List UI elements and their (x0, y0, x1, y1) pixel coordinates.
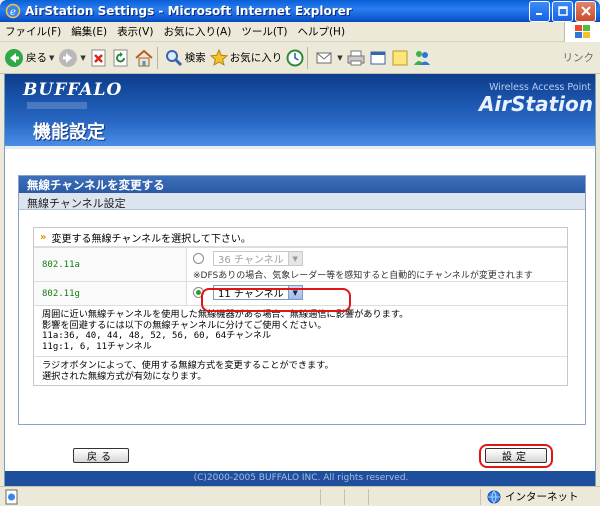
dropdown-arrow-icon[interactable]: ▼ (49, 54, 54, 62)
windows-logo-icon (574, 24, 590, 38)
maximize-button[interactable] (552, 0, 573, 22)
radio-note: ラジオボタンによって、使用する無線方式を変更することができます。 選択された無線… (34, 357, 567, 385)
label-80211g: 802.11g (34, 282, 186, 305)
menu-help[interactable]: ヘルプ(H) (292, 24, 350, 39)
search-label: 検索 (184, 52, 206, 64)
status-bar: インターネット (0, 486, 600, 506)
links-toolbar[interactable]: リンク (563, 50, 595, 65)
note-icon (392, 50, 408, 65)
note-line: 選択された無線方式が有効になります。 (42, 371, 207, 382)
interference-note: 周囲に近い無線チャンネルを使用した無線機器がある場合、無線通信に影響があります。… (34, 306, 567, 357)
print-button[interactable] (347, 49, 365, 67)
chevron-down-icon: ▼ (287, 252, 302, 265)
back-arrow-icon (5, 48, 23, 67)
note-line: 11a:36, 40, 44, 48, 52, 56, 60, 64チャンネル (42, 331, 271, 341)
status-segment (344, 488, 368, 505)
menu-favorites[interactable]: お気に入り(A) (158, 24, 236, 39)
radio-80211a[interactable] (193, 253, 204, 264)
section-title: 無線チャンネル設定 (19, 193, 585, 210)
back-button[interactable]: 戻る (73, 448, 129, 463)
page-footer: (C)2000-2005 BUFFALO INC. All rights res… (5, 471, 595, 486)
back-toolbar-button[interactable]: 戻る ▼ (4, 48, 54, 68)
edit-button[interactable] (369, 49, 387, 67)
ie-icon: e (5, 3, 21, 19)
browser-toolbar: 戻る ▼ ▼ 検索 お気に入り ▼ リンク (0, 42, 600, 74)
maximize-icon (557, 6, 568, 16)
row-80211a: 802.11a 36 チャンネル ▼ ※DFSありの場合、気象レーダー等を感知す… (34, 247, 567, 281)
note-line: 11g:1, 6, 11チャンネル (42, 342, 152, 352)
minimize-button[interactable] (529, 0, 550, 22)
label-80211a: 802.11a (34, 248, 186, 281)
toolbar-separator (156, 46, 158, 69)
instruction-row: » 変更する無線チャンネルを選択して下さい。 (34, 228, 567, 247)
favorites-toolbar-button[interactable]: お気に入り (209, 48, 283, 67)
refresh-button[interactable] (112, 49, 130, 67)
discuss-button[interactable] (391, 49, 409, 67)
forward-toolbar-button[interactable]: ▼ (58, 48, 86, 68)
globe-icon (487, 490, 501, 504)
history-button[interactable] (286, 49, 304, 67)
title-band-rule (5, 146, 595, 149)
page-icon (5, 489, 18, 504)
security-zone: インターネット (480, 488, 600, 505)
menu-view[interactable]: 表示(V) (112, 24, 158, 39)
star-icon (209, 48, 228, 66)
menu-edit[interactable]: 編集(E) (66, 24, 112, 39)
home-button[interactable] (134, 49, 154, 67)
menu-tools[interactable]: ツール(T) (236, 24, 292, 39)
airstation-logo: AirStation (478, 92, 593, 116)
history-icon (286, 49, 304, 66)
channel-select-80211a[interactable]: 36 チャンネル ▼ (213, 251, 303, 266)
window-title: AirStation Settings - Microsoft Internet… (25, 4, 352, 18)
search-toolbar-button[interactable]: 検索 (165, 49, 206, 67)
close-icon (580, 6, 591, 16)
forward-arrow-icon (59, 48, 78, 67)
channel-highlight-ring (201, 288, 351, 312)
printer-icon (347, 50, 365, 65)
dropdown-arrow-icon[interactable]: ▼ (337, 54, 342, 62)
home-icon (135, 49, 153, 66)
panel-title: 無線チャンネルを変更する (19, 176, 585, 193)
channel-select-80211a-value: 36 チャンネル (218, 255, 284, 266)
search-icon (165, 49, 182, 66)
window-title-bar[interactable]: e AirStation Settings - Microsoft Intern… (0, 0, 600, 22)
stop-icon (91, 49, 106, 66)
toolbar-separator (307, 46, 309, 69)
note-line: ラジオボタンによって、使用する無線方式を変更することができます。 (42, 360, 334, 371)
dropdown-arrow-icon[interactable]: ▼ (80, 54, 85, 62)
svg-text:e: e (10, 7, 16, 18)
instruction-text: 変更する無線チャンネルを選択して下さい。 (51, 233, 251, 245)
close-button[interactable] (575, 0, 596, 22)
buffalo-logo: BUFFALO (23, 80, 123, 100)
stop-button[interactable] (90, 49, 108, 67)
logo-tagline-bar (27, 102, 87, 109)
note-line: 影響を回避するには以下の無線チャンネルに分けてご使用ください。 (42, 320, 327, 331)
edit-page-icon (370, 51, 386, 64)
page-header: BUFFALO Wireless Access Point AirStation (5, 74, 595, 124)
notes-area: 周囲に近い無線チャンネルを使用した無線機器がある場合、無線通信に影響があります。… (34, 305, 567, 385)
submit-button[interactable]: 設定 (485, 448, 547, 463)
zone-label: インターネット (505, 491, 579, 503)
minimize-icon (535, 13, 542, 15)
mail-icon (316, 52, 332, 63)
messenger-icon (413, 50, 430, 65)
back-label: 戻る (26, 52, 47, 64)
windows-logo (564, 21, 600, 42)
content-viewport: BUFFALO Wireless Access Point AirStation… (4, 74, 596, 486)
page-title: 機能設定 (33, 122, 105, 143)
menu-file[interactable]: ファイル(F) (0, 24, 66, 39)
dfs-note: ※DFSありの場合、気象レーダー等を感知すると自動的にチャンネルが変更されます (193, 271, 533, 281)
status-segment (320, 488, 344, 505)
status-segment (368, 488, 392, 505)
value-80211a: 36 チャンネル ▼ ※DFSありの場合、気象レーダー等を感知すると自動的にチャ… (186, 248, 567, 281)
messenger-button[interactable] (413, 49, 431, 67)
menu-bar: ファイル(F) 編集(E) 表示(V) お気に入り(A) ツール(T) ヘルプ(… (0, 21, 600, 42)
double-chevron-icon: » (40, 231, 47, 243)
refresh-icon (113, 49, 128, 66)
favorites-label: お気に入り (229, 52, 283, 64)
mail-button[interactable]: ▼ (315, 49, 343, 67)
